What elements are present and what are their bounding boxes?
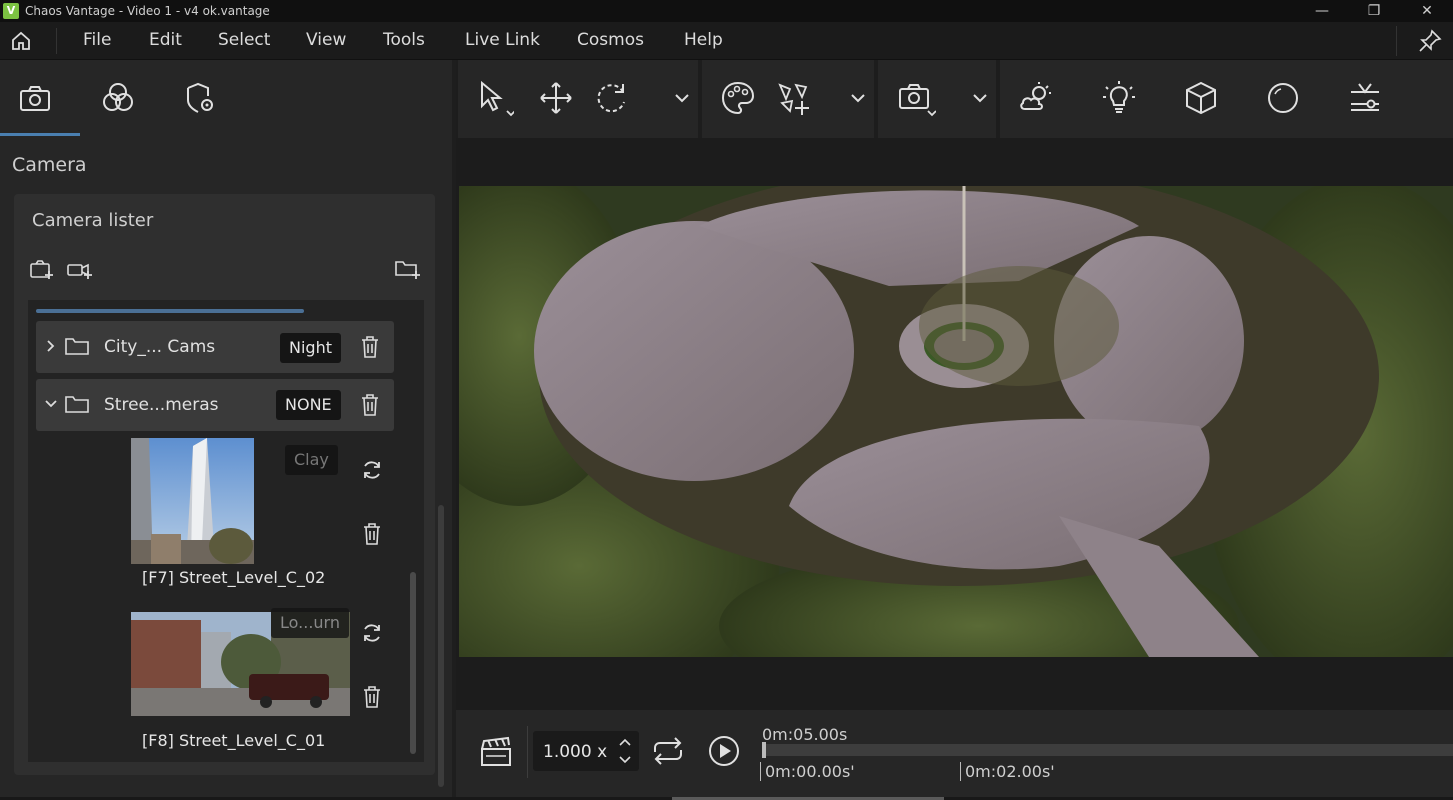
maximize-button[interactable]: ❐ — [1352, 0, 1396, 22]
timeline-playhead[interactable] — [762, 742, 766, 758]
panel-section-label: Camera — [12, 154, 87, 176]
playback-speed-value[interactable]: 1.000 x — [543, 742, 607, 762]
timeline-track[interactable] — [764, 744, 1453, 756]
menu-tools[interactable]: Tools — [383, 30, 425, 50]
title-bar: V Chaos Vantage - Video 1 - v4 ok.vantag… — [0, 0, 1453, 22]
menu-bar: File Edit Select View Tools Live Link Co… — [0, 22, 1453, 60]
play-icon[interactable] — [704, 731, 744, 771]
chevron-down-icon[interactable] — [44, 395, 58, 413]
app-logo: V — [3, 3, 19, 19]
add-camera-icon[interactable] — [28, 256, 56, 282]
clapperboard-icon[interactable] — [476, 732, 516, 772]
menu-cosmos[interactable]: Cosmos — [577, 30, 644, 50]
refresh-icon[interactable] — [360, 621, 384, 645]
active-tab-indicator — [0, 133, 80, 136]
light-bulb-icon[interactable] — [1099, 78, 1139, 118]
add-video-camera-icon[interactable] — [66, 256, 94, 282]
close-button[interactable]: ✕ — [1405, 0, 1449, 22]
toolbar-group-scene — [1000, 60, 1453, 138]
rotate-icon[interactable] — [591, 78, 631, 118]
panel-scrollbar[interactable] — [438, 505, 444, 787]
menu-file[interactable]: File — [83, 30, 111, 50]
list-scroll-indicator — [36, 309, 304, 313]
window-title: Chaos Vantage - Video 1 - v4 ok.vantage — [25, 4, 270, 18]
add-folder-icon[interactable] — [394, 256, 422, 282]
settings-sliders-icon[interactable] — [1345, 78, 1385, 118]
material-palette-icon[interactable] — [718, 78, 758, 118]
cube-icon[interactable] — [1181, 78, 1221, 118]
environment-settings-tab-icon[interactable] — [178, 76, 222, 120]
chevron-down-icon[interactable] — [960, 78, 1000, 118]
folder-icon — [64, 393, 90, 415]
minimize-button[interactable]: — — [1300, 0, 1344, 22]
timeline-marker-2s: 0m:02.00s' — [960, 762, 1055, 781]
chevron-down-icon[interactable] — [662, 78, 702, 118]
trash-icon[interactable] — [358, 334, 382, 360]
timeline-marker-start: 0m:00.00s' — [760, 762, 855, 781]
sphere-icon[interactable] — [1263, 78, 1303, 118]
menu-edit[interactable]: Edit — [149, 30, 182, 50]
menu-live-link[interactable]: Live Link — [465, 30, 540, 50]
camera-preset-tag[interactable]: Lo...urn — [271, 608, 349, 638]
folder-icon — [64, 335, 90, 357]
timeline-separator — [527, 726, 528, 778]
folder-name: Stree...meras — [104, 395, 219, 415]
menu-separator — [1396, 26, 1397, 56]
rendered-scene — [459, 186, 1453, 657]
trash-icon[interactable] — [360, 684, 384, 710]
list-scrollbar[interactable] — [410, 572, 416, 754]
camera-preset-tag[interactable]: Clay — [285, 445, 338, 475]
camera-tab-icon[interactable] — [13, 76, 57, 120]
folder-name: City_... Cams — [104, 337, 216, 357]
render-viewport[interactable] — [459, 186, 1453, 657]
scatter-add-icon[interactable] — [773, 78, 813, 118]
camera-name[interactable]: [F8] Street_Level_C_01 — [142, 731, 325, 750]
chevron-right-icon[interactable] — [44, 337, 58, 355]
loop-icon[interactable] — [648, 731, 688, 771]
timeline-duration: 0m:05.00s — [762, 725, 848, 744]
camera-lister-title: Camera lister — [32, 210, 154, 231]
effects-tab-icon[interactable] — [96, 76, 140, 120]
menu-view[interactable]: View — [306, 30, 346, 50]
chevron-down-icon[interactable] — [838, 78, 878, 118]
menu-separator — [56, 28, 57, 54]
stepper-arrows-icon[interactable] — [617, 735, 633, 767]
camera-icon[interactable] — [896, 78, 936, 118]
trash-icon[interactable] — [360, 521, 384, 547]
weather-icon[interactable] — [1016, 78, 1056, 118]
home-icon[interactable] — [6, 26, 36, 56]
menu-select[interactable]: Select — [218, 30, 270, 50]
camera-thumbnail[interactable] — [131, 438, 254, 564]
folder-preset-tag[interactable]: NONE — [276, 390, 341, 420]
refresh-icon[interactable] — [360, 458, 384, 482]
move-icon[interactable] — [536, 78, 576, 118]
camera-name[interactable]: [F7] Street_Level_C_02 — [142, 568, 325, 587]
menu-help[interactable]: Help — [684, 30, 723, 50]
select-icon[interactable] — [474, 78, 514, 118]
trash-icon[interactable] — [358, 392, 382, 418]
pin-icon[interactable] — [1417, 28, 1443, 54]
folder-preset-tag[interactable]: Night — [280, 333, 341, 363]
